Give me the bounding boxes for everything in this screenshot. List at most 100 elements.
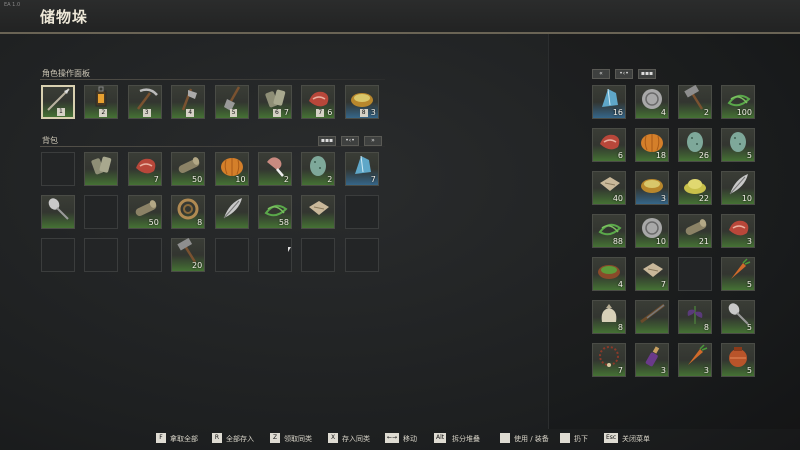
hint-key: F <box>156 433 166 443</box>
stack-count: 7 <box>153 175 159 184</box>
spoon-icon <box>45 195 71 225</box>
storage-slot[interactable]: 22 <box>678 171 712 205</box>
storage-slot[interactable] <box>635 300 669 334</box>
storage-slot[interactable]: 100 <box>721 85 755 119</box>
empty-backpack-slot[interactable] <box>301 238 336 272</box>
mouse-cursor <box>288 247 291 252</box>
storage-slot[interactable]: 4 <box>592 257 626 291</box>
stack-count: 10 <box>741 194 752 203</box>
storage-slot[interactable]: 4 <box>635 85 669 119</box>
storage-slot[interactable]: 18 <box>635 128 669 162</box>
backpack-slot[interactable]: 2 <box>301 152 336 186</box>
storage-slot[interactable]: 3 <box>635 343 669 377</box>
storage-slot[interactable]: 5 <box>721 128 755 162</box>
empty-backpack-slot[interactable] <box>344 238 379 272</box>
storage-slot[interactable]: 21 <box>678 214 712 248</box>
storage-slot[interactable]: 3 <box>635 171 669 205</box>
stack-count: 5 <box>746 151 752 160</box>
empty-backpack-slot[interactable] <box>258 238 292 272</box>
storage-slot[interactable]: 26 <box>678 128 712 162</box>
rifle-icon <box>639 300 665 330</box>
storage-slot[interactable]: 8 <box>592 300 626 334</box>
storage-slot[interactable]: 3 <box>678 343 712 377</box>
hotkey-badge: 4 <box>186 109 195 117</box>
quickbar-slot[interactable]: 83 <box>344 85 379 119</box>
hotkey-badge: 8 <box>359 109 368 117</box>
storage-stack-button[interactable]: •‹• <box>615 69 633 79</box>
empty-backpack-slot[interactable] <box>127 238 162 272</box>
stack-count: 20 <box>192 261 203 270</box>
empty-backpack-slot[interactable] <box>84 238 119 272</box>
hotkey-badge: 7 <box>316 109 325 117</box>
stack-count: 7 <box>660 280 666 289</box>
backpack-slot[interactable]: 8 <box>171 195 206 229</box>
backpack-slot[interactable]: 2 <box>258 152 292 186</box>
stack-count: 3 <box>660 194 666 203</box>
backpack-slot[interactable]: 20 <box>171 238 206 272</box>
stack-count: 40 <box>612 194 623 203</box>
quickbar-slot[interactable]: 67 <box>258 85 292 119</box>
storage-panel <box>548 34 800 429</box>
empty-backpack-slot[interactable] <box>41 238 75 272</box>
hotkey-badge: 5 <box>229 109 238 117</box>
storage-slot[interactable]: 7 <box>592 343 626 377</box>
empty-backpack-slot[interactable] <box>214 238 249 272</box>
stack-count: 8 <box>617 323 623 332</box>
hotkey-badge: 1 <box>57 108 65 116</box>
storage-slot[interactable]: 5 <box>721 300 755 334</box>
stack-count: 58 <box>278 218 289 227</box>
feather-icon <box>219 195 245 225</box>
storage-slot[interactable]: 7 <box>635 257 669 291</box>
sort-button[interactable]: ▪▪▪ <box>318 136 336 146</box>
cloth-icon <box>305 195 331 225</box>
stack-count: 21 <box>698 237 709 246</box>
storage-slot[interactable]: 10 <box>721 171 755 205</box>
backpack-slot[interactable] <box>301 195 336 229</box>
storage-sort-button[interactable]: ▪▪▪ <box>638 69 656 79</box>
storage-slot[interactable]: 2 <box>678 85 712 119</box>
hint-bar: F 拿取全部 R 全部存入 Z 领取同类 X 存入同类 ←→ 移动 Alt 拆分堆叠 使用 / 装备 扔下… <box>0 428 800 450</box>
backpack-slot[interactable]: 10 <box>214 152 249 186</box>
storage-slot[interactable]: 8 <box>678 300 712 334</box>
quickbar-slot[interactable]: 4 <box>171 85 206 119</box>
empty-backpack-slot[interactable] <box>84 195 119 229</box>
stack-count: 100 <box>736 108 752 117</box>
empty-storage-slot[interactable] <box>678 257 712 291</box>
storage-slot[interactable]: 10 <box>635 214 669 248</box>
storage-slot[interactable]: 16 <box>592 85 626 119</box>
backpack-slot[interactable]: 58 <box>258 195 292 229</box>
stack-count: 3 <box>703 366 709 375</box>
title-bar: EA 1.0 储物垛 <box>0 0 800 34</box>
stack-count: 16 <box>612 108 623 117</box>
storage-slot[interactable]: 3 <box>721 214 755 248</box>
transfer-all-button[interactable]: » <box>364 136 382 146</box>
backpack-slot[interactable] <box>214 195 249 229</box>
hint-key: X <box>328 433 338 443</box>
storage-slot[interactable]: 6 <box>592 128 626 162</box>
quickbar-slot[interactable]: 2 <box>84 85 119 119</box>
quickbar-slot[interactable]: 1 <box>41 85 75 119</box>
hotkey-badge: 3 <box>142 109 151 117</box>
quickbar-slot[interactable]: 76 <box>301 85 336 119</box>
storage-slot[interactable]: 5 <box>721 257 755 291</box>
empty-backpack-slot[interactable] <box>344 195 379 229</box>
backpack-slot[interactable]: 50 <box>127 195 162 229</box>
backpack-slot[interactable]: 50 <box>171 152 206 186</box>
backpack-slot[interactable]: 7 <box>127 152 162 186</box>
backpack-slot[interactable] <box>41 195 75 229</box>
backpack-slot[interactable]: 7 <box>344 152 379 186</box>
stack-count: 18 <box>655 151 666 160</box>
hint-label: 全部存入 <box>226 435 254 443</box>
take-all-button[interactable]: « <box>592 69 610 79</box>
storage-slot[interactable]: 5 <box>721 343 755 377</box>
hint-label: 移动 <box>403 435 417 443</box>
backpack-slot[interactable] <box>84 152 119 186</box>
stack-button[interactable]: •‹• <box>341 136 359 146</box>
stack-count: 88 <box>612 237 623 246</box>
empty-backpack-slot[interactable] <box>41 152 75 186</box>
storage-slot[interactable]: 88 <box>592 214 626 248</box>
quickbar-slot[interactable]: 5 <box>214 85 249 119</box>
storage-slot[interactable]: 40 <box>592 171 626 205</box>
quickbar-slot[interactable]: 3 <box>127 85 162 119</box>
hint-key: R <box>212 433 222 443</box>
